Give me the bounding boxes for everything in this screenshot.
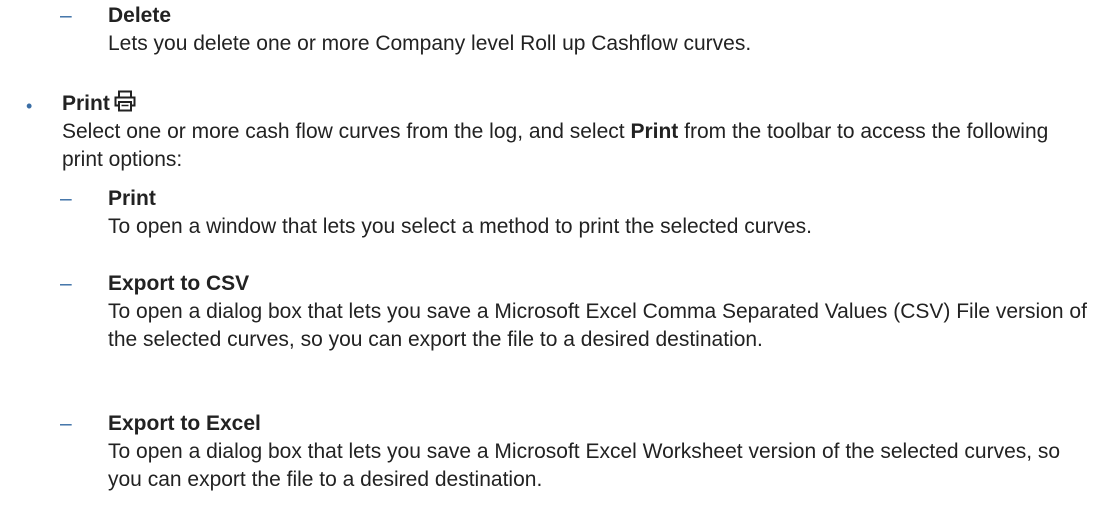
bullet-marker: • [26, 96, 33, 116]
option-title: Export to Excel [108, 412, 261, 435]
option-description: To open a window that lets you select a … [108, 215, 812, 238]
document-body: – Delete Lets you delete one or more Com… [0, 0, 1108, 522]
print-section: Print Select one or more cash flow curve… [62, 90, 1072, 174]
delete-item-title: Delete [108, 4, 172, 27]
dash-marker: – [60, 187, 72, 210]
option-export-excel: Export to Excel To open a dialog box tha… [108, 410, 1088, 494]
option-export-csv: Export to CSV To open a dialog box that … [108, 270, 1088, 354]
print-section-title: Print [62, 92, 110, 115]
print-intro-bold: Print [630, 120, 679, 143]
dash-marker: – [60, 4, 72, 27]
print-section-heading: Print [62, 90, 1072, 118]
dash-marker: – [60, 412, 72, 435]
print-intro-text: Select one or more cash flow curves from… [62, 120, 631, 143]
dash-marker: – [60, 272, 72, 295]
delete-item-description: Lets you delete one or more Company leve… [108, 32, 752, 55]
delete-item: Delete Lets you delete one or more Compa… [108, 2, 1088, 58]
option-print: Print To open a window that lets you sel… [108, 185, 1088, 241]
option-description: To open a dialog box that lets you save … [108, 300, 1087, 351]
option-description: To open a dialog box that lets you save … [108, 440, 1061, 491]
option-title: Export to CSV [108, 272, 250, 295]
print-section-intro: Select one or more cash flow curves from… [62, 118, 1072, 174]
printer-icon [114, 90, 136, 112]
option-title: Print [108, 187, 156, 210]
